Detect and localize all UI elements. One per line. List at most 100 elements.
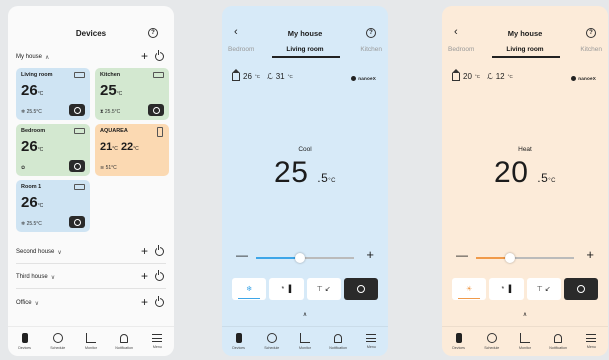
increase-button[interactable]: + [586, 248, 594, 261]
chevron-up-icon[interactable]: ∧ [222, 311, 388, 318]
power-icon[interactable] [155, 270, 164, 281]
bottom-nav: Devices Schedule Monitor Notification Me… [222, 326, 388, 356]
room-name: AQUAREA [100, 128, 128, 134]
room-power-button[interactable] [69, 216, 85, 228]
room-tabs: Bedroom Living room Kitchen [222, 44, 388, 58]
slider-fill [256, 257, 301, 259]
outdoor-temp: 12 [495, 72, 505, 81]
nav-devices[interactable]: Devices [225, 333, 253, 350]
room-card-aquarea[interactable]: AQUAREA 21°C 22°C ≋ 51°C [95, 124, 169, 176]
mode-controls: ☀ * ▐ ⊤ ↙ [452, 278, 598, 300]
slider-track[interactable] [256, 253, 354, 263]
nav-schedule[interactable]: Schedule [44, 333, 72, 350]
room-power-button[interactable] [148, 104, 164, 116]
house-row-second-house[interactable]: Second house ∨ + [16, 245, 166, 259]
room-card-room1[interactable]: Room 1 26°C ❄ 25.5°C [16, 180, 90, 232]
power-icon[interactable] [155, 296, 164, 307]
airflow-button[interactable]: ⊤ ↙ [306, 278, 341, 300]
nav-menu[interactable]: Menu [577, 334, 605, 349]
tab-kitchen[interactable]: Kitchen [580, 46, 602, 53]
power-button[interactable] [563, 278, 598, 300]
slider-handle[interactable] [505, 253, 516, 263]
add-device-button[interactable]: + [141, 245, 148, 257]
room-power-button[interactable] [69, 104, 85, 116]
page-title: My house [507, 29, 543, 38]
room-temp: 26°C [21, 82, 44, 99]
aircon-icon [74, 72, 85, 78]
help-icon[interactable]: ? [366, 28, 376, 38]
room-card-living-room[interactable]: Living room 26°C ❄ 25.5°C [16, 68, 90, 120]
house-icon [232, 69, 240, 81]
chevron-down-icon[interactable]: ∨ [57, 249, 61, 256]
nav-notification[interactable]: Notification [544, 333, 572, 350]
fan-speed-button[interactable]: * ▐ [489, 278, 524, 300]
nav-schedule[interactable]: Schedule [478, 333, 506, 350]
menu-icon [152, 334, 163, 342]
chevron-up-icon[interactable]: ∧ [442, 311, 608, 318]
add-device-button[interactable]: + [141, 50, 148, 62]
add-device-button[interactable]: + [141, 296, 148, 308]
room-sub-info: ❄ 25.5°C [21, 221, 42, 227]
detail-header: ‹ My house ? [222, 26, 388, 40]
house-row-my-house[interactable]: My house ∧ + [16, 50, 166, 64]
slider-handle[interactable] [295, 253, 306, 263]
power-icon [356, 285, 365, 293]
increase-button[interactable]: + [366, 248, 374, 261]
power-button[interactable] [343, 278, 378, 300]
nav-monitor[interactable]: Monitor [511, 333, 539, 350]
clock-icon [266, 333, 277, 343]
tab-kitchen[interactable]: Kitchen [360, 46, 382, 53]
room-power-button[interactable] [69, 160, 85, 172]
house-name: Third house [16, 274, 48, 280]
slider-track[interactable] [476, 253, 574, 263]
house-icon [452, 69, 460, 81]
fan-speed-button[interactable]: * ▐ [269, 278, 304, 300]
house-row-office[interactable]: Office ∨ + [16, 296, 166, 310]
nav-menu[interactable]: Menu [357, 334, 385, 349]
decrease-button[interactable]: — [236, 249, 248, 261]
help-icon[interactable]: ? [148, 28, 158, 38]
outdoor-icon: ℒ [486, 72, 493, 81]
clock-icon [486, 333, 497, 343]
room-tabs: Bedroom Living room Kitchen [442, 44, 608, 58]
room-sub-info: ❄ 25.5°C [21, 109, 42, 115]
cool-phone: ‹ My house ? Bedroom Living room Kitchen… [222, 6, 388, 356]
bottom-nav: Devices Schedule Monitor Notification Me… [8, 326, 174, 356]
chevron-up-icon[interactable]: ∧ [45, 54, 49, 61]
nav-notification[interactable]: Notification [110, 333, 138, 350]
devices-icon [235, 333, 242, 343]
nav-devices[interactable]: Devices [11, 333, 39, 350]
chevron-down-icon[interactable]: ∨ [35, 300, 39, 307]
room-card-kitchen[interactable]: Kitchen 25°C ⧗ 25.5°C [95, 68, 169, 120]
airflow-button[interactable]: ⊤ ↙ [526, 278, 561, 300]
page-title: My house [287, 29, 323, 38]
nav-monitor[interactable]: Monitor [291, 333, 319, 350]
nav-menu[interactable]: Menu [143, 334, 171, 349]
mode-controls: ❄ * ▐ ⊤ ↙ [232, 278, 378, 300]
power-icon[interactable] [155, 50, 164, 61]
nav-devices[interactable]: Devices [445, 333, 473, 350]
mode-label: Heat [518, 146, 532, 153]
devices-phone: Devices ? My house ∧ + Living room 26°C … [8, 6, 174, 356]
house-row-third-house[interactable]: Third house ∨ + [16, 270, 166, 284]
mode-label: Cool [298, 146, 312, 153]
power-icon[interactable] [155, 245, 164, 256]
nav-schedule[interactable]: Schedule [258, 333, 286, 350]
heat-mode-button[interactable]: ☀ [452, 278, 487, 300]
decrease-button[interactable]: — [456, 249, 468, 261]
room-temps: 21°C 22°C [100, 141, 139, 153]
help-icon[interactable]: ? [586, 28, 596, 38]
aircon-icon [153, 72, 164, 78]
nav-notification[interactable]: Notification [324, 333, 352, 350]
heatpump-icon [157, 127, 163, 137]
tab-underline [492, 56, 560, 58]
aircon-icon [74, 128, 85, 134]
temperature-slider: — + [456, 248, 594, 263]
room-card-bedroom[interactable]: Bedroom 26°C ✿ [16, 124, 90, 176]
nav-monitor[interactable]: Monitor [77, 333, 105, 350]
add-device-button[interactable]: + [141, 270, 148, 282]
room-sub-info: ⧗ 25.5°C [100, 109, 121, 115]
room-temp: 26°C [21, 194, 44, 211]
cool-mode-button[interactable]: ❄ [232, 278, 267, 300]
chevron-down-icon[interactable]: ∨ [51, 274, 55, 281]
